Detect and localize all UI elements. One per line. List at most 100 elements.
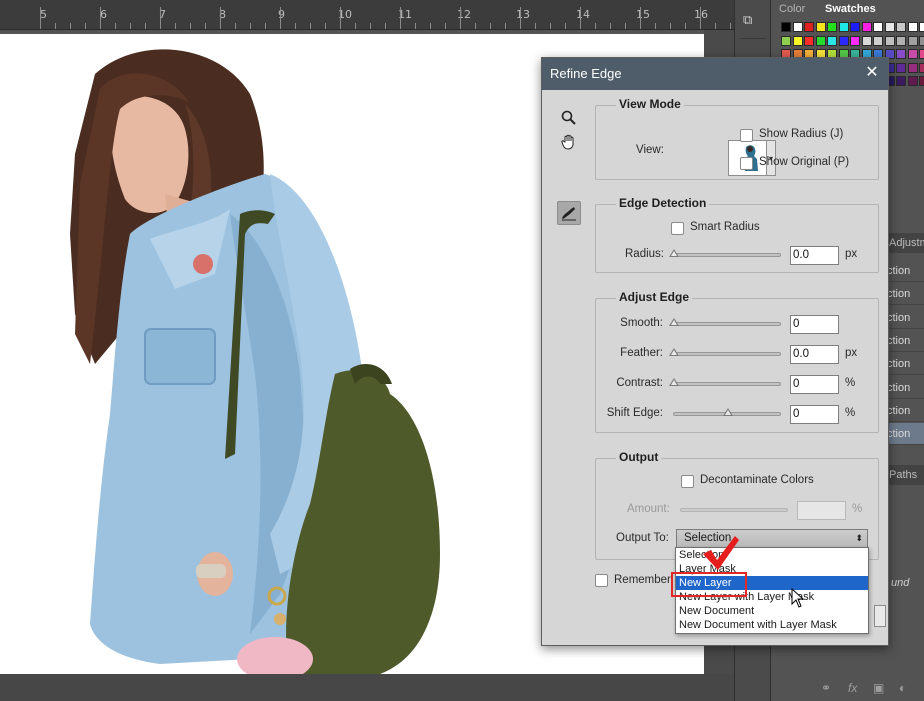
- swatch[interactable]: [781, 22, 791, 32]
- swatch[interactable]: [896, 35, 906, 46]
- swatch[interactable]: [873, 35, 883, 46]
- output-to-select[interactable]: Selection ⬍: [676, 529, 868, 548]
- swatch[interactable]: [907, 22, 918, 32]
- swatch[interactable]: [850, 35, 860, 46]
- tab-adjustments[interactable]: Adjustm: [885, 233, 924, 253]
- dropdown-option[interactable]: New Layer with Layer Mask: [676, 590, 868, 604]
- show-radius-checkbox[interactable]: [740, 129, 753, 142]
- swatch[interactable]: [884, 22, 895, 32]
- adjust-edge-input[interactable]: 0.0: [790, 345, 839, 364]
- tab-color[interactable]: Color: [771, 0, 813, 18]
- refine-radius-tool-icon[interactable]: [557, 201, 581, 225]
- swatch[interactable]: [850, 22, 860, 32]
- swatch[interactable]: [919, 49, 924, 59]
- swatch[interactable]: [861, 35, 872, 46]
- radius-unit: px: [845, 248, 858, 260]
- slider-thumb[interactable]: [723, 408, 733, 416]
- swatch[interactable]: [896, 49, 906, 59]
- panel-toggle-icon[interactable]: ⧉: [743, 12, 763, 30]
- hand-tool-icon[interactable]: [557, 130, 581, 154]
- slider-thumb[interactable]: [669, 318, 679, 326]
- history-row[interactable]: ction: [887, 260, 924, 282]
- dialog-titlebar[interactable]: Refine Edge ✕: [542, 58, 888, 90]
- swatch[interactable]: [815, 35, 826, 46]
- swatch[interactable]: [792, 22, 803, 32]
- dropdown-option[interactable]: Selection: [676, 548, 868, 562]
- slider-thumb[interactable]: [669, 378, 679, 386]
- swatch[interactable]: [861, 22, 872, 32]
- decontaminate-checkbox[interactable]: [681, 475, 694, 488]
- swatch[interactable]: [896, 62, 906, 73]
- remember-settings-checkbox[interactable]: [595, 574, 608, 587]
- slider-thumb[interactable]: [669, 348, 679, 356]
- swatch[interactable]: [873, 22, 883, 32]
- ruler-tick: [370, 23, 371, 29]
- swatch[interactable]: [827, 35, 837, 46]
- radius-input[interactable]: 0.0: [790, 246, 839, 265]
- link-icon[interactable]: ⚭: [821, 681, 831, 695]
- layer-name[interactable]: und: [885, 572, 924, 594]
- radius-slider[interactable]: [669, 249, 781, 257]
- adjust-edge-input[interactable]: 0: [790, 405, 839, 424]
- swatch[interactable]: [792, 35, 803, 46]
- swatch[interactable]: [919, 76, 924, 86]
- show-original-checkbox[interactable]: [740, 157, 753, 170]
- output-to-value: Selection: [684, 532, 732, 544]
- smart-radius-checkbox[interactable]: [671, 222, 684, 235]
- adjust-edge-input[interactable]: 0: [790, 315, 839, 334]
- ruler-tick: [430, 23, 431, 29]
- swatch[interactable]: [907, 62, 918, 73]
- adjust-edge-slider[interactable]: [673, 408, 781, 416]
- edge-detection-group: Edge Detection Smart Radius Radius: 0.0 …: [595, 196, 879, 273]
- swatch[interactable]: [919, 22, 924, 32]
- history-row[interactable]: ction: [887, 283, 924, 306]
- ruler-tick: [145, 23, 146, 29]
- dropdown-option[interactable]: New Document: [676, 604, 868, 618]
- swatch[interactable]: [804, 22, 814, 32]
- adjustment-icon[interactable]: ◐: [899, 681, 906, 695]
- ruler-tick: [685, 23, 686, 29]
- dropdown-option[interactable]: New Document with Layer Mask: [676, 618, 868, 632]
- ruler-tick: [520, 7, 521, 29]
- select-arrows-icon: ⬍: [855, 533, 863, 543]
- swatch[interactable]: [838, 35, 849, 46]
- mask-icon[interactable]: ▣: [873, 681, 884, 695]
- swatch[interactable]: [907, 49, 918, 59]
- tab-swatches[interactable]: Swatches: [817, 0, 884, 18]
- swatch[interactable]: [827, 22, 837, 32]
- adjust-edge-slider[interactable]: [669, 318, 781, 326]
- close-icon[interactable]: ✕: [864, 65, 880, 81]
- swatch[interactable]: [884, 35, 895, 46]
- dropdown-option[interactable]: New Layer: [676, 576, 868, 590]
- history-row[interactable]: ction: [887, 400, 924, 422]
- dropdown-option[interactable]: Layer Mask: [676, 562, 868, 576]
- radius-slider-thumb[interactable]: [669, 249, 679, 257]
- swatch[interactable]: [781, 35, 791, 46]
- swatch[interactable]: [907, 35, 918, 46]
- output-to-dropdown-list: Selection Layer Mask New Layer New Layer wi…: [675, 547, 869, 634]
- history-row[interactable]: ction: [887, 330, 924, 352]
- history-row[interactable]: ction: [887, 423, 924, 446]
- history-row[interactable]: ction: [887, 377, 924, 399]
- history-row[interactable]: ction: [887, 307, 924, 329]
- ruler-tick: [325, 23, 326, 29]
- swatch[interactable]: [896, 22, 906, 32]
- ok-button[interactable]: [874, 605, 886, 627]
- adjust-edge-input[interactable]: 0: [790, 375, 839, 394]
- adjust-edge-slider[interactable]: [669, 378, 781, 386]
- zoom-tool-icon[interactable]: [557, 106, 581, 130]
- ruler-tick: [115, 23, 116, 29]
- swatch[interactable]: [896, 76, 906, 86]
- swatch[interactable]: [838, 22, 849, 32]
- swatch[interactable]: [919, 62, 924, 73]
- ruler-tick: [670, 23, 671, 29]
- swatch[interactable]: [804, 35, 814, 46]
- fx-icon[interactable]: fx: [848, 681, 857, 695]
- swatch[interactable]: [815, 22, 826, 32]
- history-row[interactable]: ction: [887, 353, 924, 376]
- tab-paths[interactable]: Paths: [885, 465, 924, 485]
- swatch[interactable]: [919, 35, 924, 46]
- adjust-edge-unit: %: [845, 377, 856, 389]
- adjust-edge-slider[interactable]: [669, 348, 781, 356]
- swatch[interactable]: [907, 76, 918, 86]
